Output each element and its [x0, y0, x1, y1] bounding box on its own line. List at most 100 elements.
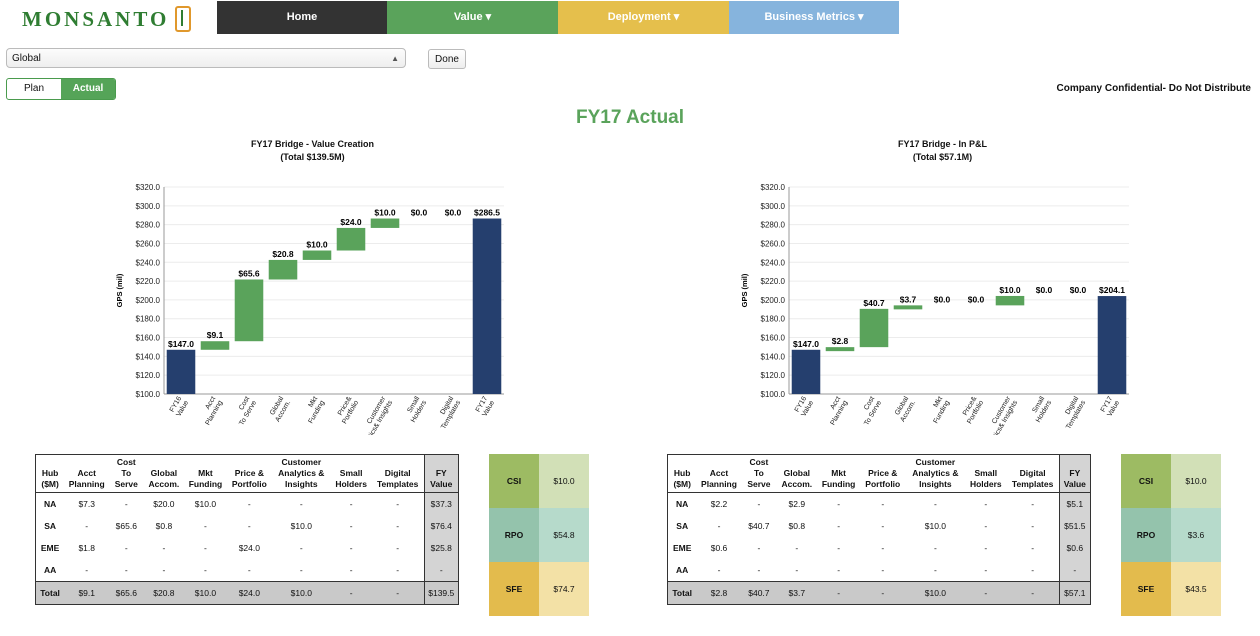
- y-tick-label: $320.0: [136, 183, 161, 192]
- brand-name: MONSANTO: [22, 6, 170, 31]
- chart-bar[interactable]: [825, 347, 855, 352]
- y-tick-label: $140.0: [136, 352, 161, 361]
- table-cell: $1.8: [78, 543, 95, 553]
- table-cell: $51.5: [1058, 515, 1091, 537]
- column-header: Mkt Funding: [184, 454, 227, 493]
- bar-value-label: $10.0: [999, 285, 1021, 295]
- chart-bar[interactable]: [791, 349, 821, 394]
- table-cell: -: [247, 499, 251, 509]
- chart-bar[interactable]: [200, 341, 230, 350]
- chart-bar[interactable]: [893, 305, 923, 310]
- column-header: Global Accom.: [143, 454, 185, 493]
- x-category-label: CostTo Serve: [231, 395, 258, 427]
- y-tick-label: $100.0: [761, 390, 786, 399]
- y-tick-label: $240.0: [761, 258, 786, 267]
- in-pl-chart: $100.0 $120.0 $140.0 $160.0 $180.0 $200.0 $220…: [740, 183, 1129, 435]
- table-cell: $0.8: [155, 521, 173, 531]
- chart-bar[interactable]: [166, 349, 196, 394]
- x-category-label: FY16Value: [794, 395, 816, 418]
- table-cell: -: [162, 543, 166, 553]
- bar-value-label: $204.1: [1099, 285, 1125, 295]
- nav-deployment[interactable]: Deployment ▾: [558, 1, 729, 34]
- column-header: Digital Templates: [1006, 454, 1060, 493]
- column-header: Hub ($M): [667, 454, 697, 493]
- row-header: AA: [676, 565, 689, 575]
- bar-value-label: $24.0: [340, 217, 362, 227]
- y-tick-label: $240.0: [136, 258, 161, 267]
- region-select-value: Global: [12, 53, 41, 64]
- chart-bar[interactable]: [370, 218, 400, 228]
- actual-button[interactable]: Actual: [61, 79, 115, 99]
- table-cell: $40.7: [748, 521, 770, 531]
- table-cell: $20.0: [153, 499, 175, 509]
- plan-button[interactable]: Plan: [7, 79, 61, 99]
- bar-value-label: $0.0: [1036, 285, 1053, 295]
- column-header: FY Value: [1058, 454, 1091, 493]
- table-header-row: Hub ($M) Acct Planning Cost To Serve Global…: [35, 454, 459, 493]
- table-cell: -: [837, 565, 841, 575]
- table-cell: $5.1: [1058, 492, 1091, 515]
- column-header: Cost To Serve: [109, 454, 144, 493]
- y-tick-label: $120.0: [136, 371, 161, 380]
- brand-logo[interactable]: MONSANTO: [22, 6, 192, 32]
- chart-bar[interactable]: [1097, 296, 1127, 394]
- table-cell: -: [124, 543, 128, 553]
- table-cell: -: [124, 565, 128, 575]
- y-tick-label: $320.0: [761, 183, 786, 192]
- chart-bar[interactable]: [268, 259, 298, 280]
- table-cell: $24.0: [226, 581, 273, 605]
- table-cell: $57.1: [1058, 581, 1091, 605]
- x-category-label: CustomerAnalytics& Insights: [352, 395, 395, 435]
- table-cell: -: [837, 521, 841, 531]
- table-cell: $10.0: [184, 581, 227, 605]
- chart-title: FY17 Bridge - In P&L: [897, 139, 987, 149]
- bar-value-label: $286.5: [474, 208, 500, 218]
- table-cell: -: [984, 543, 988, 553]
- table-cell: -: [933, 565, 937, 575]
- chart-bar[interactable]: [234, 279, 264, 342]
- y-tick-label: $300.0: [136, 202, 161, 211]
- y-tick-label: $300.0: [761, 202, 786, 211]
- table-cell: -: [795, 543, 799, 553]
- y-axis-label: GPS (mil): [740, 273, 749, 307]
- column-header: Price & Portfolio: [859, 454, 906, 493]
- table-row: NA $7.3 - $20.0 $10.0 - - - - $37.3: [36, 492, 459, 515]
- x-category-label: MktFunding: [301, 395, 327, 424]
- metric-row: SFE $43.5: [1121, 562, 1221, 616]
- bar-value-label: $2.8: [832, 336, 849, 346]
- table-cell: -: [349, 543, 353, 553]
- y-tick-label: $120.0: [761, 371, 786, 380]
- table-cell: $24.0: [238, 543, 260, 553]
- bar-value-label: $10.0: [306, 240, 328, 250]
- metric-row: CSI $10.0: [489, 454, 589, 508]
- table-row: NA $2.2 - $2.9 - - - - - $5.1: [668, 492, 1091, 515]
- table-cell: -: [85, 565, 89, 575]
- x-category-label: FY17Value: [475, 395, 497, 418]
- nav-home[interactable]: Home: [217, 1, 387, 34]
- total-row: Total $2.8 $40.7 $3.7- - $10.0- - $57.1: [667, 581, 1091, 605]
- done-button[interactable]: Done: [428, 49, 466, 69]
- table-cell: $2.2: [710, 499, 728, 509]
- y-tick-label: $260.0: [136, 239, 161, 248]
- chart-bar[interactable]: [859, 308, 889, 348]
- table-cell: -: [204, 521, 207, 531]
- table-cell: -: [881, 543, 885, 553]
- x-category-label: DigitalTemplates: [433, 395, 462, 431]
- chart-bar[interactable]: [302, 250, 332, 260]
- region-select[interactable]: Global ▲: [6, 48, 406, 68]
- column-header: Hub ($M): [35, 454, 65, 493]
- table-cell: -: [204, 565, 207, 575]
- nav-business-metrics[interactable]: Business Metrics ▾: [729, 1, 899, 34]
- chart-bar[interactable]: [995, 295, 1025, 306]
- x-category-label: AcctPlanning: [198, 395, 225, 426]
- table-cell: $0.6: [1058, 537, 1091, 559]
- chart-title-block: FY17 Bridge - Value Creation (Total $139…: [180, 138, 445, 164]
- table-cell: $0.8: [788, 521, 806, 531]
- nav-value[interactable]: Value ▾: [387, 1, 558, 34]
- column-header: Price & Portfolio: [226, 454, 273, 493]
- chart-bar[interactable]: [336, 227, 366, 251]
- chart-bar[interactable]: [472, 218, 502, 394]
- metric-key: SFE: [489, 562, 539, 616]
- y-tick-label: $160.0: [136, 334, 161, 343]
- bar-value-label: $0.0: [411, 208, 428, 218]
